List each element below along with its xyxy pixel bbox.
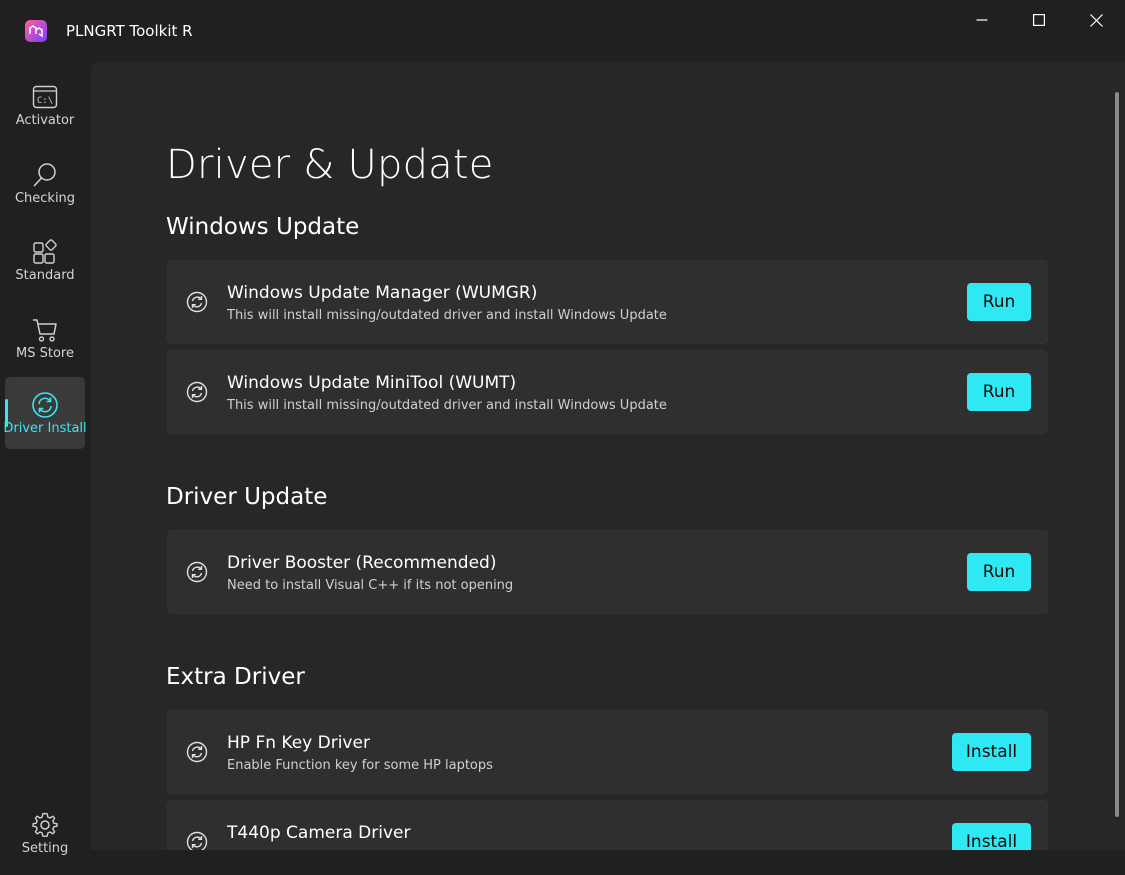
section-title-windows-update: Windows Update [166,214,360,240]
run-wumt-button[interactable]: Run [967,373,1031,411]
sidebar-item-label: Standard [15,268,75,283]
sidebar: C:\ Activator Checking Standard MS Store… [0,62,91,875]
section-title-driver-update: Driver Update [166,484,328,510]
search-icon [31,161,59,189]
main-content: Driver & Update Windows Update Windows U… [91,62,1125,850]
sidebar-item-setting[interactable]: Setting [5,803,85,875]
sync-icon [186,561,208,583]
bottom-strip [91,850,1125,875]
card-driver-booster: Driver Booster (Recommended) Need to ins… [167,530,1048,614]
maximize-button[interactable] [1010,0,1068,40]
card-wumgr: Windows Update Manager (WUMGR) This will… [167,260,1048,344]
apps-icon [31,238,59,266]
sidebar-item-checking[interactable]: Checking [5,153,85,225]
close-icon [1089,13,1103,27]
svg-text:C:\: C:\ [37,96,53,106]
cart-icon [31,316,59,344]
card-wumt: Windows Update MiniTool (WUMT) This will… [167,350,1048,434]
sidebar-item-standard[interactable]: Standard [5,230,85,302]
active-indicator [5,399,8,427]
app-logo-icon [24,19,48,43]
sidebar-item-ms-store[interactable]: MS Store [5,308,85,380]
sync-icon [186,291,208,313]
maximize-icon [1033,14,1045,26]
card-description: Enable Function key for some HP laptops [227,758,493,773]
minimize-icon [976,19,988,21]
card-t440p-camera-driver: T440p Camera Driver Install [167,800,1048,850]
close-button[interactable] [1067,0,1125,40]
sidebar-item-activator[interactable]: C:\ Activator [5,75,85,147]
install-t440p-camera-button[interactable]: Install [952,823,1031,850]
sidebar-item-label: MS Store [16,346,74,361]
card-title: Windows Update Manager (WUMGR) [227,283,538,303]
card-hp-fn-key-driver: HP Fn Key Driver Enable Function key for… [167,710,1048,794]
sync-icon [31,391,59,419]
sidebar-item-label: Activator [15,113,75,128]
card-title: HP Fn Key Driver [227,733,370,753]
run-driver-booster-button[interactable]: Run [967,553,1031,591]
sidebar-item-label: Driver Install [3,421,87,436]
install-hp-fn-key-button[interactable]: Install [952,733,1031,771]
app-title: PLNGRT Toolkit R [66,22,193,40]
card-description: This will install missing/outdated drive… [227,308,667,323]
sidebar-item-label: Checking [14,191,76,206]
card-description: This will install missing/outdated drive… [227,398,667,413]
sidebar-item-driver-install[interactable]: Driver Install [3,377,87,449]
sync-icon [186,381,208,403]
title-bar: PLNGRT Toolkit R [0,0,1125,62]
minimize-button[interactable] [953,0,1011,40]
card-description: Need to install Visual C++ if its not op… [227,578,514,593]
sync-icon [186,831,208,850]
run-wumgr-button[interactable]: Run [967,283,1031,321]
section-title-extra-driver: Extra Driver [166,664,305,690]
card-title: Windows Update MiniTool (WUMT) [227,373,517,393]
terminal-icon: C:\ [31,83,59,111]
card-title: Driver Booster (Recommended) [227,553,497,573]
gear-icon [31,811,59,839]
sync-icon [186,741,208,763]
sidebar-item-label: Setting [21,841,69,856]
vertical-scrollbar[interactable] [1115,92,1119,817]
page-title: Driver & Update [166,142,494,188]
card-title: T440p Camera Driver [227,823,411,843]
